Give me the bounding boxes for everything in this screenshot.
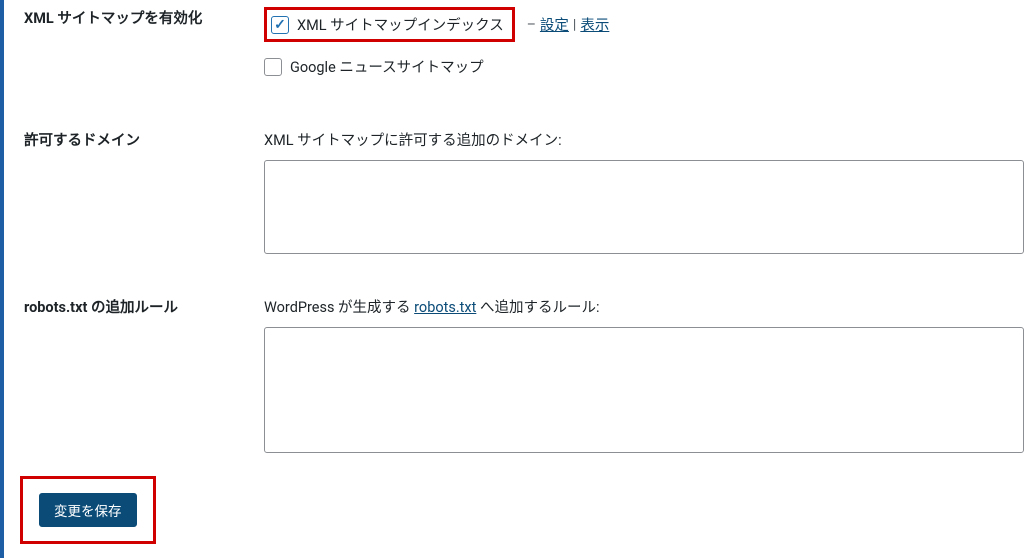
row-allowed-domains: 許可するドメイン XML サイトマップに許可する追加のドメイン:: [24, 129, 1024, 258]
robots-rules-field-label: WordPress が生成する robots.txt へ追加するルール:: [264, 296, 1024, 317]
robots-rules-heading: robots.txt の追加ルール: [24, 296, 264, 317]
pipe-separator: |: [573, 17, 576, 33]
google-news-checkbox[interactable]: [264, 58, 282, 76]
robots-label-prefix: WordPress が生成する: [264, 299, 414, 316]
enable-sitemap-heading: XML サイトマップを有効化: [24, 5, 264, 28]
google-news-line: Google ニュースサイトマップ: [264, 56, 1024, 77]
row-robots-rules: robots.txt の追加ルール WordPress が生成する robots…: [24, 296, 1024, 457]
xml-index-highlight: XML サイトマップインデックス: [264, 7, 515, 42]
xml-index-settings-link[interactable]: 設定: [540, 14, 569, 35]
save-button[interactable]: 変更を保存: [39, 493, 137, 527]
robots-txt-link[interactable]: robots.txt: [414, 299, 476, 316]
google-news-checkbox-label[interactable]: Google ニュースサイトマップ: [290, 56, 484, 77]
xml-index-view-link[interactable]: 表示: [580, 14, 609, 35]
robots-label-suffix: へ追加するルール:: [476, 299, 599, 316]
allowed-domains-heading: 許可するドメイン: [24, 129, 264, 150]
row-enable-sitemap: XML サイトマップを有効化 XML サイトマップインデックス – 設定 | 表…: [24, 5, 1024, 91]
xml-index-line: XML サイトマップインデックス – 設定 | 表示: [264, 7, 1024, 42]
dash-separator: –: [527, 17, 536, 33]
allowed-domains-field-label: XML サイトマップに許可する追加のドメイン:: [264, 129, 1024, 150]
save-highlight: 変更を保存: [20, 476, 156, 544]
allowed-domains-textarea[interactable]: [264, 160, 1024, 254]
xml-index-checkbox[interactable]: [271, 16, 289, 34]
robots-rules-textarea[interactable]: [264, 327, 1024, 453]
xml-index-checkbox-label[interactable]: XML サイトマップインデックス: [297, 14, 504, 35]
